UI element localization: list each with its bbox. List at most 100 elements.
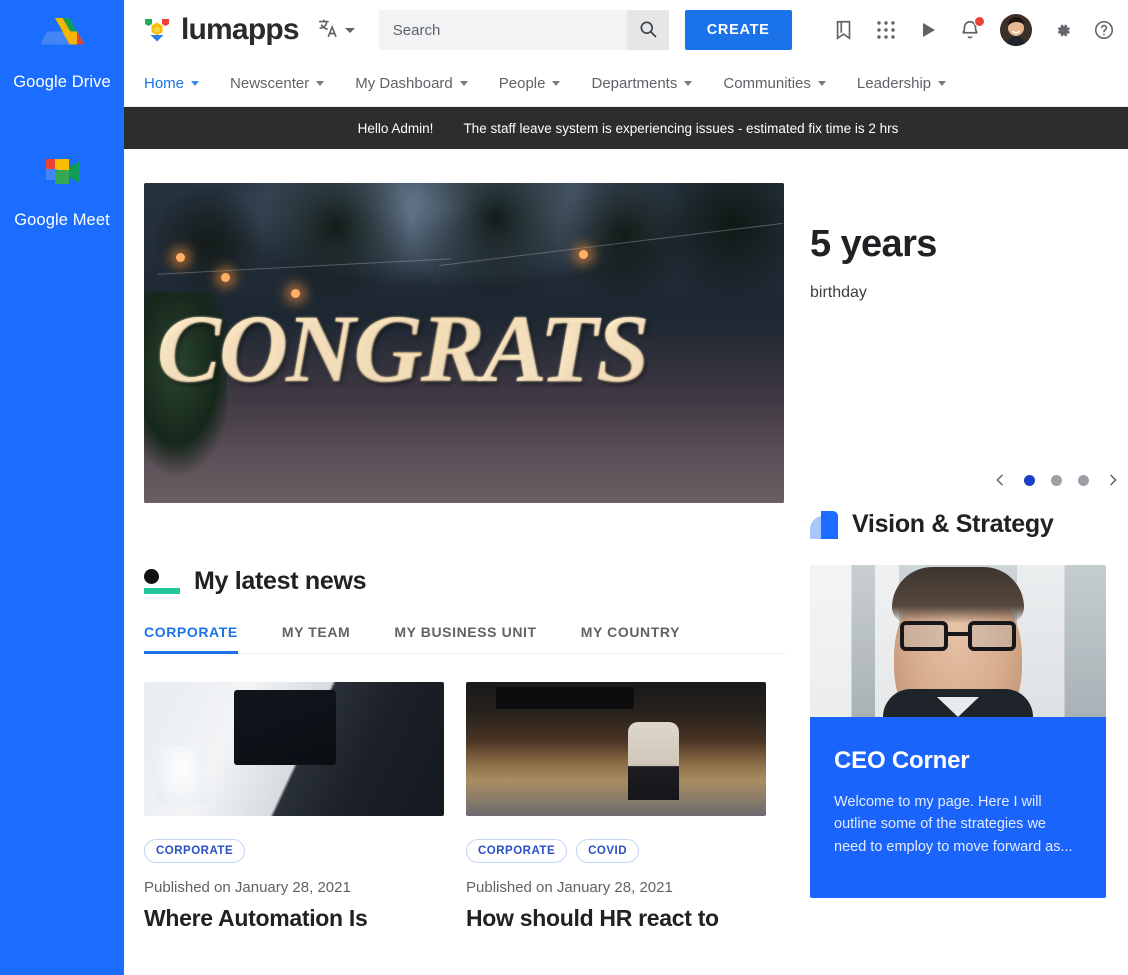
main-area: lumapps Search CREATE Home Newscenter My… bbox=[124, 0, 1128, 975]
search-box[interactable] bbox=[378, 10, 669, 50]
chevron-down-icon bbox=[684, 80, 693, 86]
news-section-header: My latest news bbox=[144, 567, 786, 596]
tab-my-business-unit[interactable]: MY BUSINESS UNIT bbox=[394, 624, 536, 653]
hero-caption: 5 years birthday bbox=[810, 183, 1106, 302]
chevron-down-icon bbox=[191, 80, 200, 86]
rail-app-label: Google Meet bbox=[14, 211, 110, 229]
lumapps-logo-icon bbox=[142, 15, 172, 45]
chevron-right-icon[interactable] bbox=[1099, 466, 1127, 494]
nav-item-leadership[interactable]: Leadership bbox=[857, 75, 963, 92]
tab-corporate[interactable]: CORPORATE bbox=[144, 624, 238, 654]
ceo-photo bbox=[810, 565, 1106, 717]
news-card-date: Published on January 28, 2021 bbox=[144, 879, 351, 896]
nav-label: Communities bbox=[723, 74, 811, 92]
nav-item-people[interactable]: People bbox=[499, 75, 578, 92]
hero-balloon-text: CONGRATS bbox=[157, 276, 784, 423]
chevron-down-icon bbox=[938, 80, 947, 86]
google-meet-icon bbox=[38, 150, 86, 198]
nav-label: Home bbox=[144, 74, 185, 92]
news-card-image[interactable] bbox=[144, 682, 444, 816]
vision-section-title: Vision & Strategy bbox=[852, 510, 1054, 538]
notifications-bell-icon[interactable] bbox=[958, 16, 985, 42]
tab-my-team[interactable]: MY TEAM bbox=[282, 624, 351, 653]
nav-item-newscenter[interactable]: Newscenter bbox=[230, 75, 341, 92]
news-card-list: CORPORATE Published on January 28, 2021 … bbox=[144, 682, 786, 932]
carousel-dot[interactable] bbox=[1024, 474, 1035, 486]
announcement-message: The staff leave system is experiencing i… bbox=[463, 120, 899, 136]
notification-badge bbox=[974, 16, 985, 27]
news-section-title: My latest news bbox=[194, 567, 367, 595]
nav-item-my-dashboard[interactable]: My Dashboard bbox=[355, 75, 485, 92]
brand-name: lumapps bbox=[181, 13, 300, 46]
left-app-rail: Google Drive Google Meet bbox=[0, 0, 124, 975]
ceo-corner-card[interactable]: CEO Corner Welcome to my page. Here I wi… bbox=[810, 565, 1106, 899]
carousel-dot[interactable] bbox=[1051, 474, 1062, 486]
nav-label: Leadership bbox=[856, 74, 932, 92]
search-icon bbox=[638, 19, 658, 42]
chevron-down-icon bbox=[316, 80, 325, 86]
dot-underline-icon bbox=[144, 568, 180, 595]
create-button[interactable]: CREATE bbox=[684, 10, 792, 50]
news-card-tags: CORPORATE COVID bbox=[466, 839, 766, 863]
nav-label: My Dashboard bbox=[355, 74, 453, 92]
main-column: CONGRATS My latest news CORPORATE MY TEA… bbox=[144, 183, 786, 932]
chevron-left-icon[interactable] bbox=[986, 466, 1014, 494]
rail-app-google-meet[interactable]: Google Meet bbox=[0, 150, 124, 230]
nav-item-home[interactable]: Home bbox=[144, 75, 216, 92]
ceo-card-title: CEO Corner bbox=[834, 747, 970, 774]
news-card-title[interactable]: Where Automation Is bbox=[144, 905, 444, 932]
announcement-greeting: Hello Admin! bbox=[357, 120, 434, 136]
top-header: lumapps Search CREATE bbox=[124, 0, 1128, 60]
carousel-dot[interactable] bbox=[1078, 474, 1089, 486]
ceo-card-body: CEO Corner Welcome to my page. Here I wi… bbox=[810, 717, 1106, 899]
google-drive-icon bbox=[38, 12, 86, 60]
chevron-down-icon bbox=[344, 27, 355, 33]
vision-section-header: Vision & Strategy bbox=[810, 510, 1106, 539]
brand-logo[interactable]: lumapps bbox=[142, 13, 300, 47]
nav-label: People bbox=[498, 74, 546, 92]
carousel-dots bbox=[1014, 474, 1099, 486]
hero-title: 5 years bbox=[810, 223, 937, 265]
news-card[interactable]: CORPORATE Published on January 28, 2021 … bbox=[144, 682, 444, 932]
avatar[interactable] bbox=[1000, 14, 1032, 46]
chevron-down-icon bbox=[817, 80, 826, 86]
news-card-date: Published on January 28, 2021 bbox=[466, 879, 673, 896]
vision-shape-icon bbox=[810, 510, 838, 539]
tag-chip[interactable]: CORPORATE bbox=[144, 839, 246, 863]
hero-subtitle: birthday bbox=[810, 284, 867, 301]
hero-balloon-word: CONGRATS bbox=[156, 295, 650, 403]
ceo-card-description: Welcome to my page. Here I will outline … bbox=[834, 794, 1073, 855]
language-selector[interactable] bbox=[311, 13, 361, 48]
play-icon[interactable] bbox=[916, 18, 940, 42]
header-icon-group bbox=[832, 14, 1116, 46]
rail-app-label: Google Drive bbox=[13, 73, 111, 91]
nav-item-communities[interactable]: Communities bbox=[723, 75, 843, 92]
nav-label: Departments bbox=[591, 74, 678, 92]
news-card-title[interactable]: How should HR react to bbox=[466, 905, 766, 932]
page-content: CONGRATS My latest news CORPORATE MY TEA… bbox=[124, 149, 1128, 932]
nav-label: Newscenter bbox=[230, 74, 310, 92]
bookmark-icon[interactable] bbox=[832, 18, 856, 42]
chevron-down-icon bbox=[552, 80, 561, 86]
settings-gear-icon[interactable] bbox=[1050, 18, 1074, 42]
announcement-banner: Hello Admin! The staff leave system is e… bbox=[124, 107, 1128, 149]
nav-item-departments[interactable]: Departments bbox=[591, 75, 709, 92]
rail-app-google-drive[interactable]: Google Drive bbox=[0, 12, 124, 92]
news-tabs: CORPORATE MY TEAM MY BUSINESS UNIT MY CO… bbox=[144, 624, 786, 654]
search-button[interactable] bbox=[626, 10, 669, 50]
search-input[interactable] bbox=[378, 10, 627, 50]
news-card-tags: CORPORATE bbox=[144, 839, 444, 863]
app-root: Google Drive Google Meet lumapps Search … bbox=[0, 0, 1128, 975]
tag-chip[interactable]: CORPORATE bbox=[466, 839, 568, 863]
side-column: 5 years birthday Vision & Strategy CEO C… bbox=[810, 183, 1106, 932]
translate-icon bbox=[317, 17, 339, 44]
tag-chip[interactable]: COVID bbox=[576, 839, 640, 863]
chevron-down-icon bbox=[459, 80, 468, 86]
primary-nav: Home Newscenter My Dashboard People Depa… bbox=[124, 60, 1128, 107]
apps-grid-icon[interactable] bbox=[874, 18, 898, 42]
help-circle-icon[interactable] bbox=[1092, 18, 1116, 42]
news-card-image[interactable] bbox=[466, 682, 766, 816]
news-card[interactable]: CORPORATE COVID Published on January 28,… bbox=[466, 682, 766, 932]
hero-carousel-image[interactable]: CONGRATS bbox=[144, 183, 784, 503]
tab-my-country[interactable]: MY COUNTRY bbox=[581, 624, 680, 653]
